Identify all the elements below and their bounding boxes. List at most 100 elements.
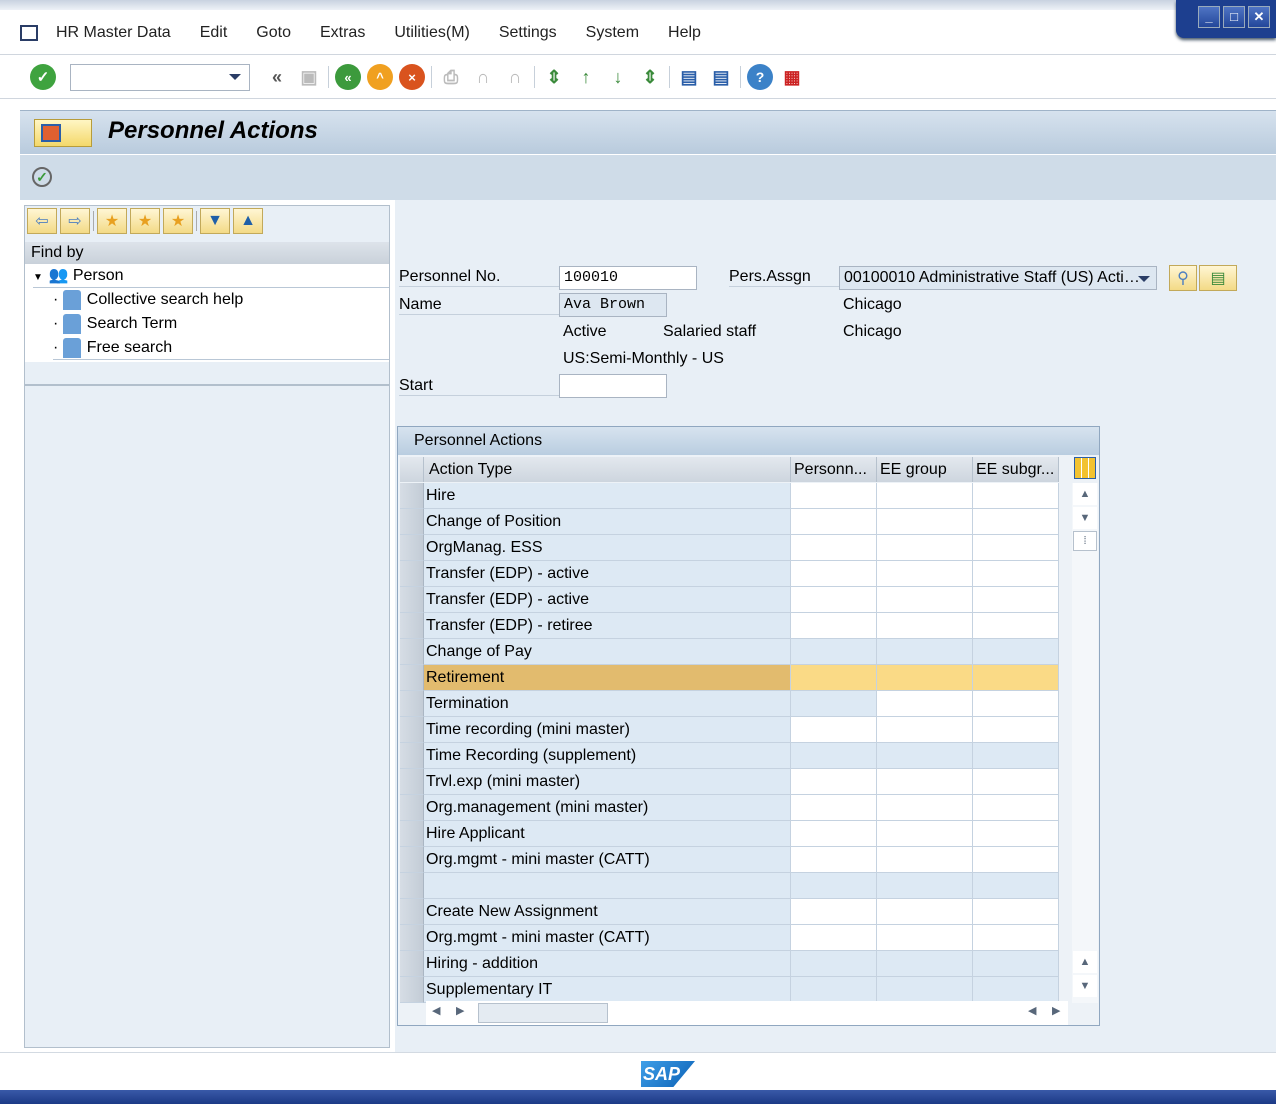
row-selector[interactable] bbox=[400, 613, 424, 639]
find-next-icon[interactable]: ∩ bbox=[502, 64, 528, 90]
select-all-cell[interactable] bbox=[400, 457, 424, 482]
menu-extras[interactable]: Extras bbox=[320, 24, 365, 42]
action-type-cell[interactable]: Time Recording (supplement) bbox=[424, 743, 791, 769]
table-cell[interactable] bbox=[877, 769, 973, 795]
row-selector[interactable] bbox=[400, 977, 424, 1003]
row-selector[interactable] bbox=[400, 587, 424, 613]
action-type-cell[interactable]: Create New Assignment bbox=[424, 899, 791, 925]
help-icon[interactable]: ? bbox=[747, 64, 773, 90]
action-type-cell[interactable] bbox=[424, 873, 791, 899]
menu-icon[interactable] bbox=[20, 25, 38, 41]
table-cell[interactable] bbox=[791, 769, 877, 795]
scroll-thumb[interactable]: ⁞ bbox=[1073, 531, 1097, 551]
action-type-cell[interactable]: Org.management (mini master) bbox=[424, 795, 791, 821]
cancel-icon[interactable]: × bbox=[399, 64, 425, 90]
table-cell[interactable] bbox=[973, 587, 1059, 613]
action-type-cell[interactable]: Hiring - addition bbox=[424, 951, 791, 977]
table-cell[interactable] bbox=[877, 483, 973, 509]
action-type-cell[interactable]: Supplementary IT bbox=[424, 977, 791, 1003]
exit-icon[interactable]: ^ bbox=[367, 64, 393, 90]
table-cell[interactable] bbox=[877, 639, 973, 665]
table-cell[interactable] bbox=[973, 847, 1059, 873]
table-cell[interactable] bbox=[973, 821, 1059, 847]
row-selector[interactable] bbox=[400, 743, 424, 769]
scroll-up-icon[interactable]: ▲ bbox=[1073, 483, 1097, 505]
table-cell[interactable] bbox=[791, 483, 877, 509]
action-type-cell[interactable]: Hire Applicant bbox=[424, 821, 791, 847]
action-type-cell[interactable]: Hire bbox=[424, 483, 791, 509]
table-cell[interactable] bbox=[973, 899, 1059, 925]
print-icon[interactable]: ⎙ bbox=[438, 64, 464, 90]
table-cell[interactable] bbox=[791, 899, 877, 925]
row-selector[interactable] bbox=[400, 795, 424, 821]
column-header-ee-subgroup[interactable]: EE subgr... bbox=[973, 457, 1059, 482]
table-cell[interactable] bbox=[973, 977, 1059, 1003]
table-cell[interactable] bbox=[877, 847, 973, 873]
row-selector[interactable] bbox=[400, 561, 424, 587]
personnel-no-input[interactable]: 100010 bbox=[559, 266, 697, 290]
table-cell[interactable] bbox=[877, 691, 973, 717]
chevron-down-icon[interactable] bbox=[229, 74, 241, 80]
row-selector[interactable] bbox=[400, 951, 424, 977]
caret-down-icon[interactable]: ▼ bbox=[33, 272, 43, 283]
action-type-cell[interactable]: Transfer (EDP) - retiree bbox=[424, 613, 791, 639]
table-cell[interactable] bbox=[791, 977, 877, 1003]
tree-node-person[interactable]: ▼👥Person bbox=[33, 264, 389, 288]
table-cell[interactable] bbox=[973, 925, 1059, 951]
menu-edit[interactable]: Edit bbox=[200, 24, 228, 42]
row-selector[interactable] bbox=[400, 509, 424, 535]
save-icon[interactable]: ▣ bbox=[296, 64, 322, 90]
row-selector[interactable] bbox=[400, 535, 424, 561]
menu-goto[interactable]: Goto bbox=[256, 24, 291, 42]
employee-list-icon[interactable]: ▤ bbox=[1199, 265, 1237, 291]
row-selector[interactable] bbox=[400, 483, 424, 509]
scroll-right-icon[interactable]: ▶ bbox=[1052, 1004, 1060, 1017]
table-cell[interactable] bbox=[877, 587, 973, 613]
column-header-ee-group[interactable]: EE group bbox=[877, 457, 973, 482]
action-type-cell[interactable]: Org.mgmt - mini master (CATT) bbox=[424, 847, 791, 873]
table-cell[interactable] bbox=[877, 977, 973, 1003]
table-cell[interactable] bbox=[973, 873, 1059, 899]
table-cell[interactable] bbox=[791, 873, 877, 899]
table-cell[interactable] bbox=[877, 561, 973, 587]
table-cell[interactable] bbox=[791, 665, 877, 691]
table-cell[interactable] bbox=[973, 795, 1059, 821]
table-cell[interactable] bbox=[877, 509, 973, 535]
table-cell[interactable] bbox=[791, 821, 877, 847]
table-cell[interactable] bbox=[973, 951, 1059, 977]
menu-help[interactable]: Help bbox=[668, 24, 701, 42]
minimize-button[interactable]: _ bbox=[1198, 6, 1220, 28]
scroll-down-icon[interactable]: ▼ bbox=[1073, 507, 1097, 529]
org-structure-icon[interactable]: ⚲ bbox=[1169, 265, 1197, 291]
table-cell[interactable] bbox=[791, 847, 877, 873]
find-icon[interactable]: ∩ bbox=[470, 64, 496, 90]
table-cell[interactable] bbox=[791, 691, 877, 717]
action-type-cell[interactable]: Change of Pay bbox=[424, 639, 791, 665]
table-cell[interactable] bbox=[877, 665, 973, 691]
maximize-button[interactable]: □ bbox=[1223, 6, 1245, 28]
table-cell[interactable] bbox=[973, 639, 1059, 665]
table-cell[interactable] bbox=[877, 873, 973, 899]
action-type-cell[interactable]: Termination bbox=[424, 691, 791, 717]
chevron-down-icon[interactable] bbox=[1138, 276, 1150, 282]
row-selector[interactable] bbox=[400, 717, 424, 743]
table-cell[interactable] bbox=[973, 509, 1059, 535]
action-type-cell[interactable]: Change of Position bbox=[424, 509, 791, 535]
table-cell[interactable] bbox=[791, 613, 877, 639]
action-type-cell[interactable]: Time recording (mini master) bbox=[424, 717, 791, 743]
tree-item-collective-search-help[interactable]: · Collective search help bbox=[53, 288, 243, 312]
scroll-down-icon[interactable]: ▼ bbox=[1073, 975, 1097, 997]
table-cell[interactable] bbox=[877, 951, 973, 977]
column-layout-icon[interactable] bbox=[1074, 457, 1096, 479]
scroll-right-icon[interactable]: ▶ bbox=[456, 1004, 464, 1017]
table-cell[interactable] bbox=[877, 795, 973, 821]
table-cell[interactable] bbox=[973, 483, 1059, 509]
menu-button[interactable] bbox=[34, 119, 92, 147]
action-type-cell[interactable]: Trvl.exp (mini master) bbox=[424, 769, 791, 795]
row-selector[interactable] bbox=[400, 665, 424, 691]
table-cell[interactable] bbox=[877, 535, 973, 561]
horizontal-scrollbar[interactable]: ◀ ▶ ◀ ▶ bbox=[426, 1001, 1068, 1025]
table-cell[interactable] bbox=[973, 769, 1059, 795]
back-icon[interactable]: « bbox=[335, 64, 361, 90]
table-cell[interactable] bbox=[877, 899, 973, 925]
